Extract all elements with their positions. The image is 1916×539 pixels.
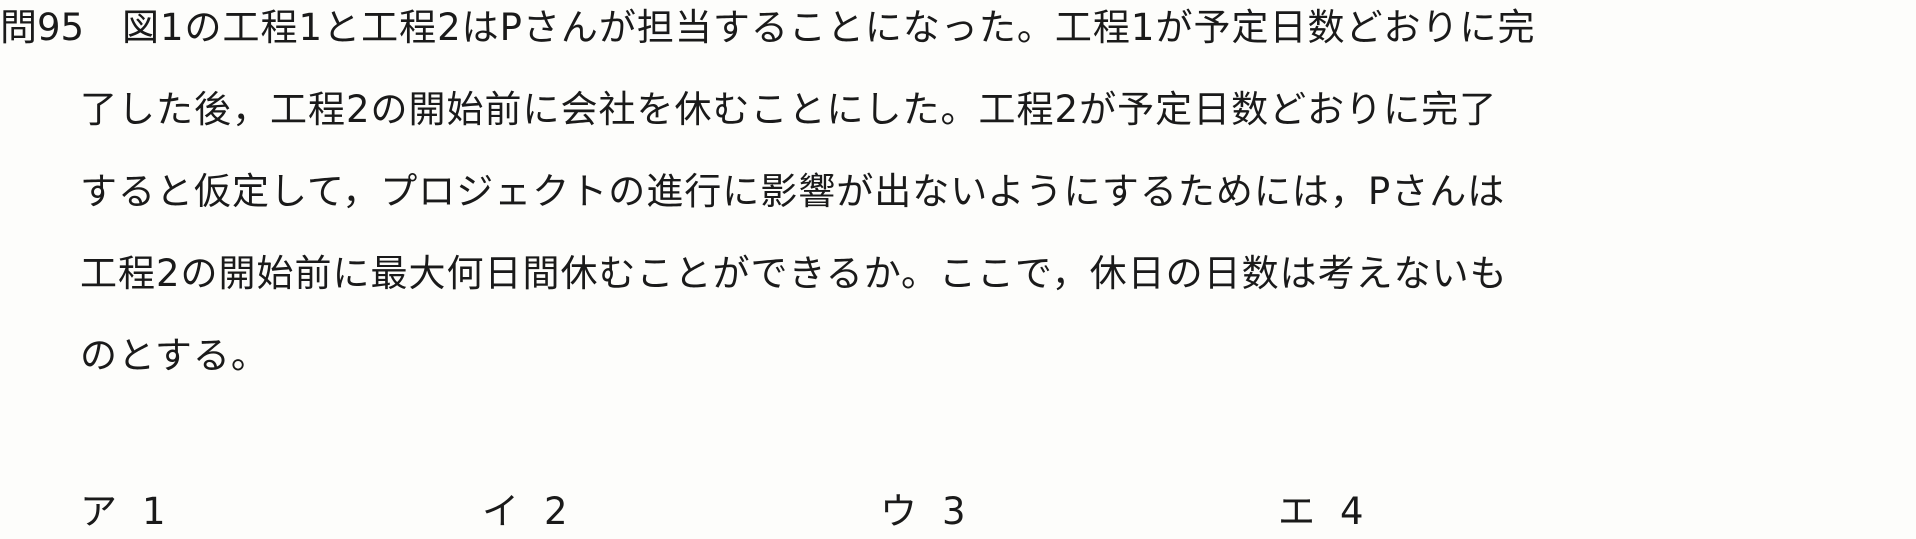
answer-choice-a: ア1 [80, 490, 166, 534]
question-number: 問95 [0, 6, 85, 49]
answer-choice-u: ウ3 [880, 490, 966, 534]
choice-value: 4 [1340, 490, 1364, 533]
choice-value: 3 [942, 490, 966, 533]
choice-label: エ [1278, 490, 1315, 533]
choice-value: 2 [544, 490, 568, 533]
choice-label: イ [482, 490, 519, 533]
question-text-line-5: のとする。 [80, 334, 269, 377]
question-text-line-3: すると仮定して，プロジェクトの進行に影響が出ないようにするためには，Pさんは [80, 170, 1506, 213]
exam-page: 問95 図1の工程1と工程2はPさんが担当することになった。工程1が予定日数どお… [0, 0, 1916, 539]
choice-label: ア [80, 490, 117, 533]
choice-label: ウ [880, 490, 917, 533]
question-text-line-2: 了した後，工程2の開始前に会社を休むことにした。工程2が予定日数どおりに完了 [80, 88, 1498, 131]
choice-value: 1 [142, 490, 166, 533]
question-text-line-1: 図1の工程1と工程2はPさんが担当することになった。工程1が予定日数どおりに完 [122, 6, 1536, 49]
question-text-line-4: 工程2の開始前に最大何日間休むことができるか。ここで，休日の日数は考えないも [80, 252, 1508, 295]
answer-choice-e: エ4 [1278, 490, 1364, 534]
answer-choice-i: イ2 [482, 490, 568, 534]
